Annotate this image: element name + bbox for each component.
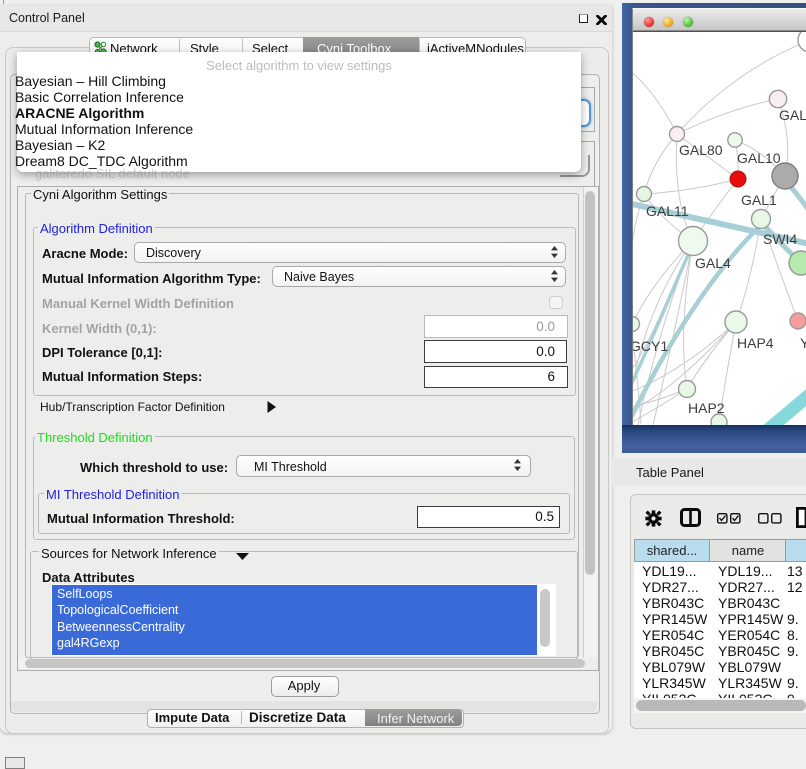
svg-text:GCY1: GCY1 xyxy=(633,338,668,354)
svg-text:GAL4: GAL4 xyxy=(695,255,731,271)
svg-text:HAP2: HAP2 xyxy=(688,400,725,416)
svg-text:GAL80: GAL80 xyxy=(679,142,723,158)
svg-text:GAL1: GAL1 xyxy=(741,192,777,208)
svg-text:Y: Y xyxy=(800,335,806,351)
svg-text:GAL: GAL xyxy=(779,107,806,123)
svg-text:SWI4: SWI4 xyxy=(763,231,797,247)
svg-text:GAL11: GAL11 xyxy=(646,203,689,219)
svg-text:GAL10: GAL10 xyxy=(737,150,781,166)
svg-text:HAP4: HAP4 xyxy=(737,335,774,351)
